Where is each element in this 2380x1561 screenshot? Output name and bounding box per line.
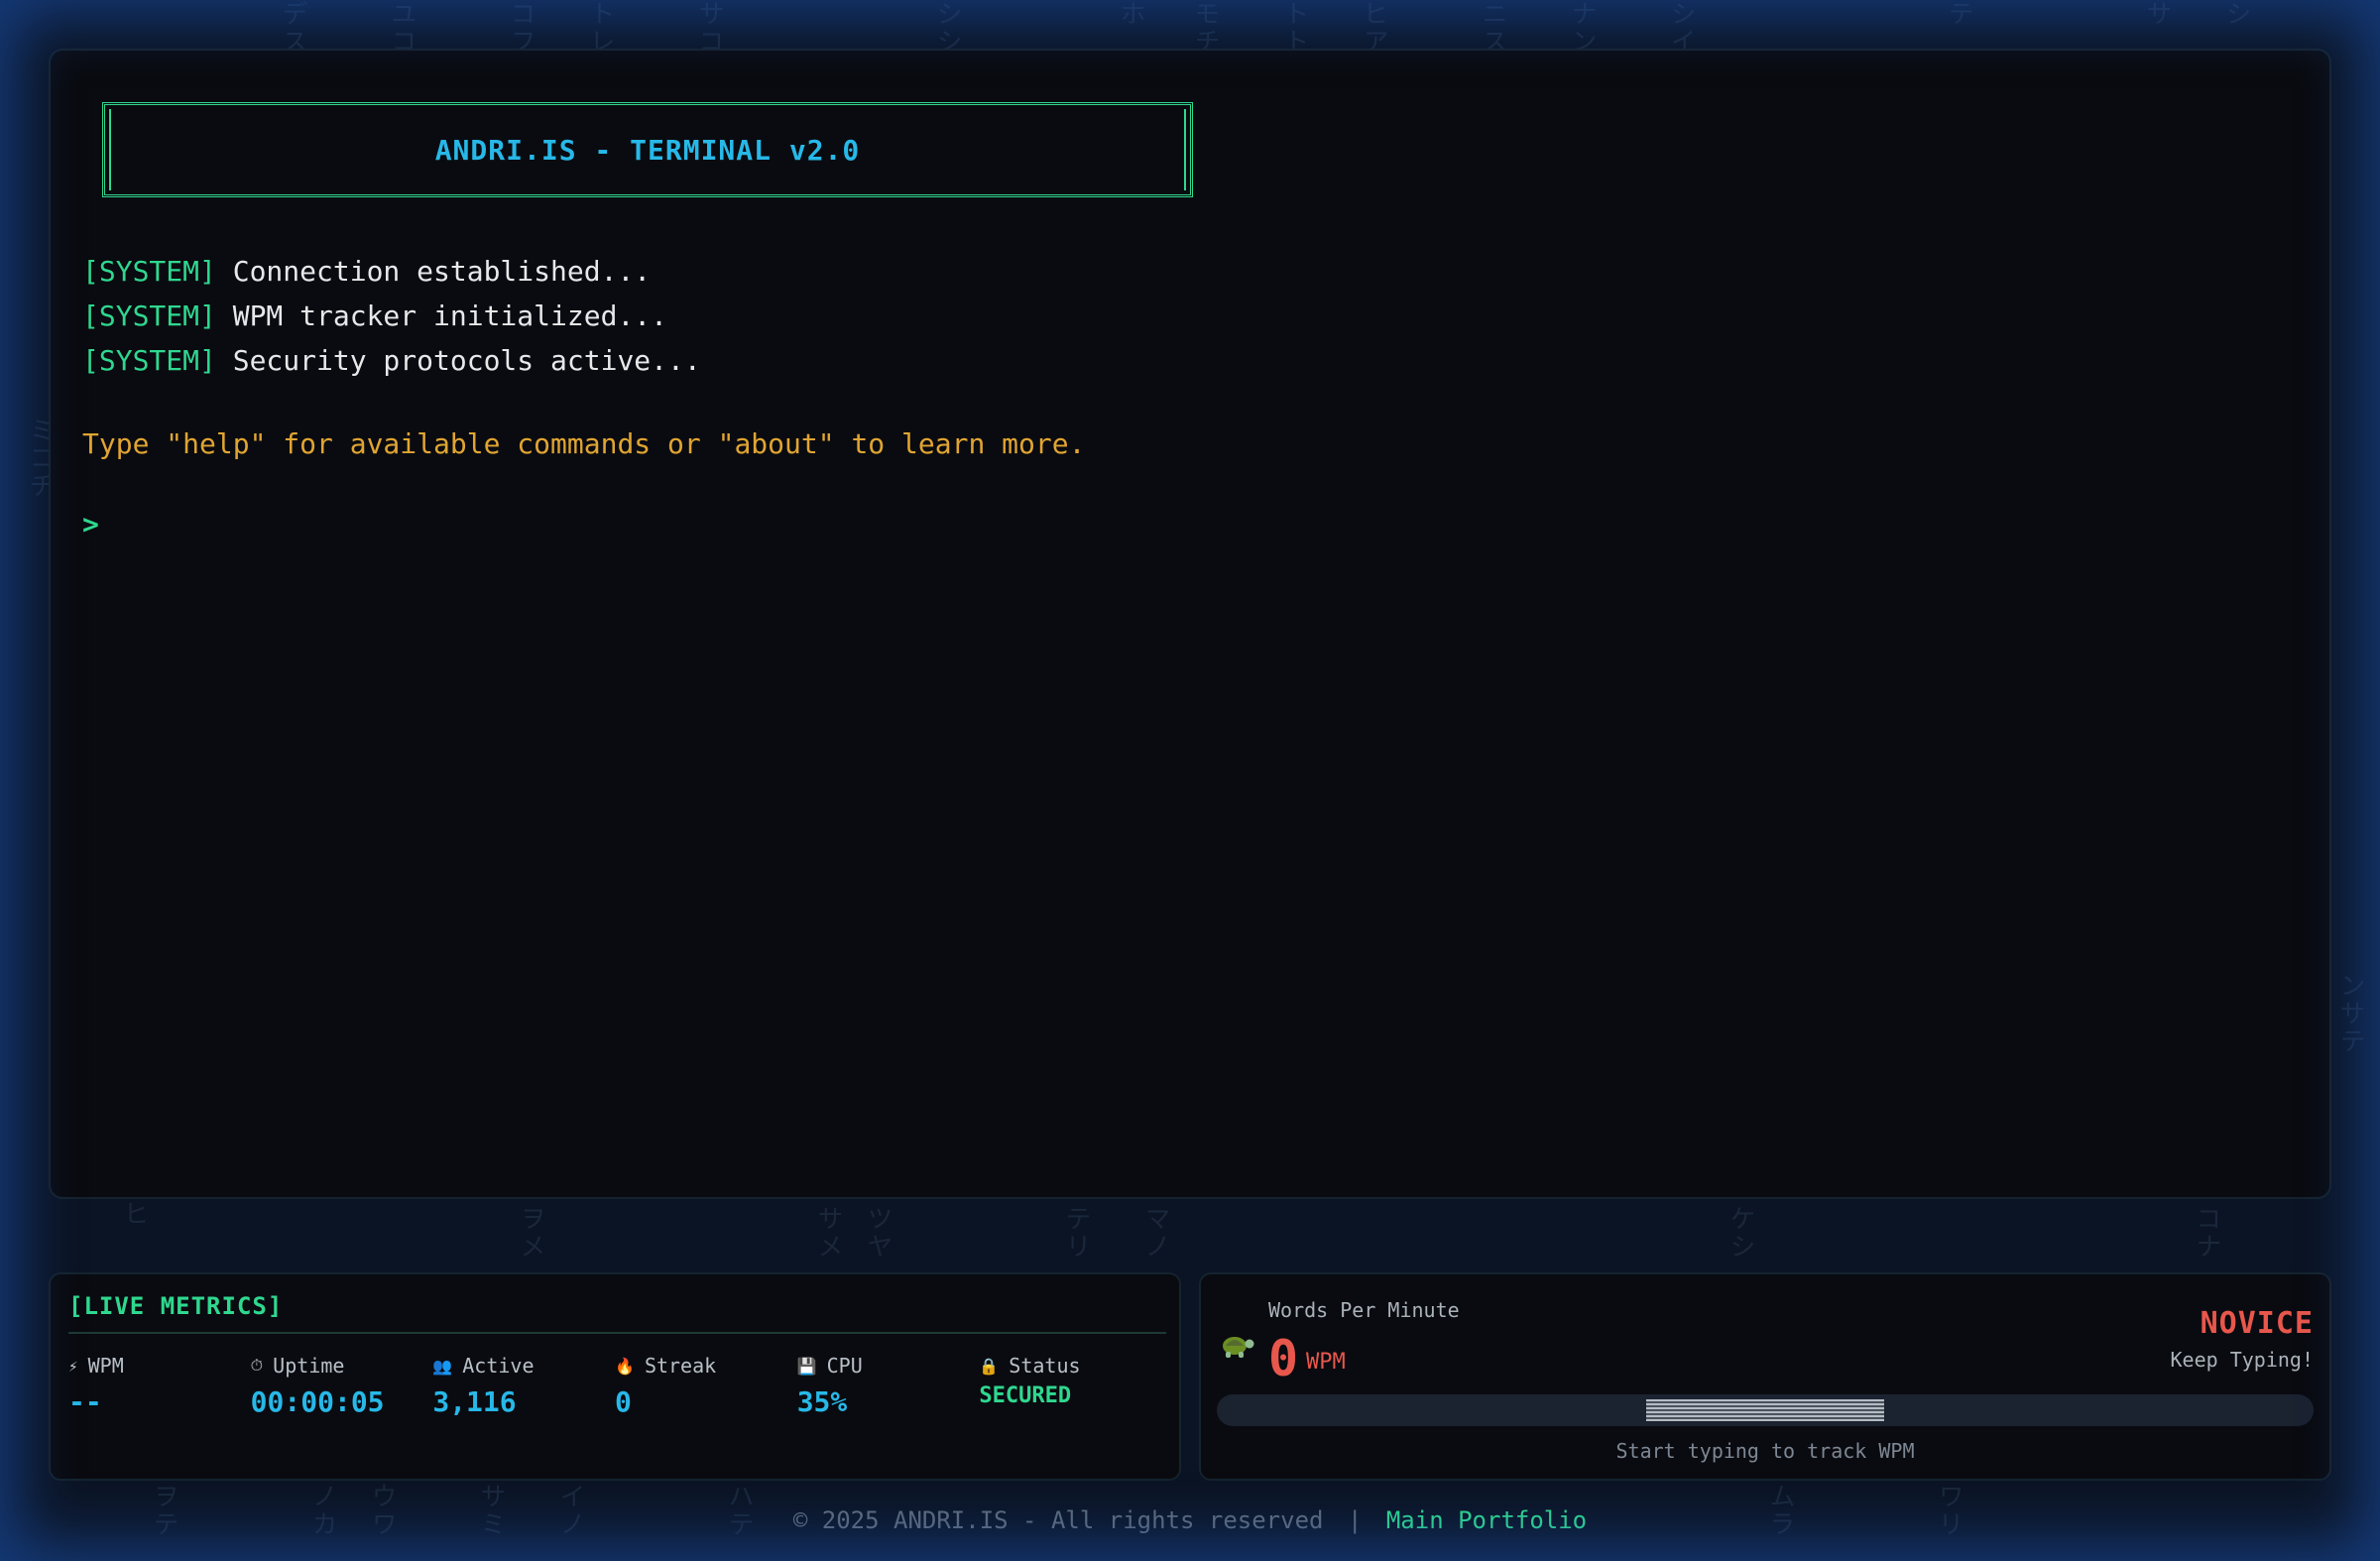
turtle-icon [1223, 1337, 1254, 1358]
metric-value: 00:00:05 [250, 1385, 385, 1418]
wpm-caption: Start typing to track WPM [1615, 1439, 1915, 1463]
log-tag: [SYSTEM] [82, 344, 216, 377]
system-log: [SYSTEM] Connection established... [SYST… [82, 249, 2298, 383]
main-portfolio-link[interactable]: Main Portfolio [1386, 1506, 1587, 1534]
log-line: [SYSTEM] Security protocols active... [82, 338, 2298, 383]
metric-label: CPU [826, 1354, 863, 1378]
metric-label: Status [1009, 1354, 1081, 1378]
terminal-banner: ANDRI.IS - TERMINAL v2.0 [102, 102, 1193, 197]
log-text: Connection established... [215, 255, 652, 288]
metric-label: Active [462, 1354, 535, 1378]
command-input[interactable] [114, 508, 1900, 540]
clock-icon: ⏱ [250, 1356, 264, 1375]
metric-wpm: ⚡ WPM -- [68, 1354, 251, 1418]
lock-icon: 🔒 [979, 1356, 1000, 1376]
metric-value: -- [68, 1385, 102, 1418]
prompt-symbol: > [82, 508, 99, 540]
floppy-disk-icon: 💾 [796, 1356, 817, 1376]
flame-icon: 🔥 [615, 1356, 635, 1376]
terminal-title: ANDRI.IS - TERMINAL v2.0 [434, 133, 861, 167]
help-hint: Type "help" for available commands or "a… [82, 427, 1086, 460]
wpm-label: Words Per Minute [1268, 1298, 1460, 1322]
users-icon: 👥 [432, 1356, 453, 1376]
lightning-icon: ⚡ [68, 1356, 78, 1376]
metric-streak: 🔥 Streak 0 [615, 1354, 797, 1418]
metric-status: 🔒 Status SECURED [979, 1354, 1161, 1418]
log-tag: [SYSTEM] [82, 255, 216, 288]
wpm-value: 0 [1268, 1330, 1299, 1387]
terminal-window[interactable]: ANDRI.IS - TERMINAL v2.0 [SYSTEM] Connec… [49, 49, 2331, 1199]
log-tag: [SYSTEM] [82, 300, 216, 332]
rank-badge: NOVICE [2200, 1306, 2314, 1341]
live-metrics-panel: [LIVE METRICS] ⚡ WPM -- ⏱ Uptime 00:00:0… [49, 1272, 1181, 1481]
metric-active: 👥 Active 3,116 [432, 1354, 615, 1418]
metric-uptime: ⏱ Uptime 00:00:05 [251, 1354, 433, 1418]
metric-value: 35% [796, 1385, 848, 1418]
log-line: [SYSTEM] WPM tracker initialized... [82, 294, 2298, 338]
metrics-grid: ⚡ WPM -- ⏱ Uptime 00:00:05 👥 Active 3,11… [68, 1354, 1161, 1418]
status-badge: SECURED [979, 1383, 1072, 1408]
metric-label: WPM [87, 1354, 124, 1378]
rank-subtitle: Keep Typing! [2170, 1348, 2315, 1372]
wpm-progress-bar [1217, 1394, 2314, 1426]
wpm-tracker-panel: Words Per Minute 0 WPM NOVICE Keep Typin… [1199, 1272, 2331, 1481]
footer-separator: | [1347, 1506, 1363, 1534]
metric-value: 0 [615, 1385, 632, 1418]
log-line: [SYSTEM] Connection established... [82, 249, 2298, 294]
log-text: Security protocols active... [215, 344, 701, 377]
metric-value: 3,116 [432, 1385, 517, 1418]
footer: © 2025 ANDRI.IS - All rights reserved | … [0, 1506, 2380, 1534]
copyright-text: © 2025 ANDRI.IS - All rights reserved [792, 1506, 1324, 1534]
command-prompt[interactable]: > [82, 508, 2298, 540]
wpm-progress-indicator [1646, 1399, 1884, 1421]
log-text: WPM tracker initialized... [215, 300, 668, 332]
wpm-unit: WPM [1306, 1350, 1346, 1375]
metric-cpu: 💾 CPU 35% [797, 1354, 980, 1418]
metrics-title: [LIVE METRICS] [68, 1292, 1166, 1334]
metric-label: Streak [644, 1354, 717, 1378]
metric-label: Uptime [273, 1354, 345, 1378]
